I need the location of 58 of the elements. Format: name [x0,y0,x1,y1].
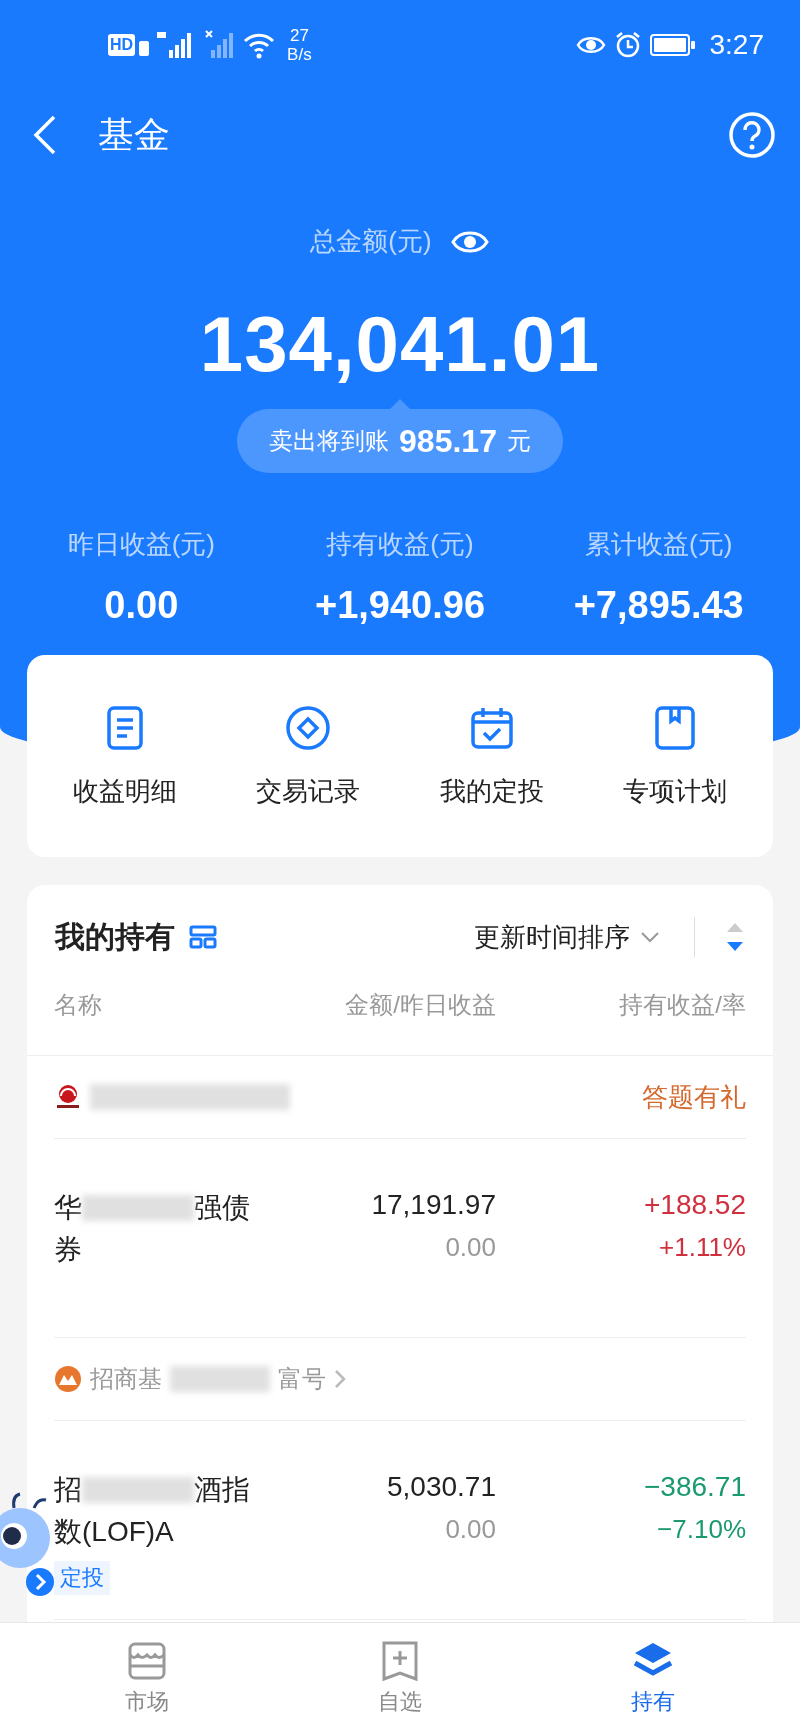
stat-value: 0.00 [104,584,179,627]
tab[interactable]: 自选 [340,1633,460,1723]
network-speed: 27 [289,26,309,45]
fund-name: 券 [54,1233,82,1267]
fund-row[interactable]: 招 酒指 数(LOF)A 定投 5,030.71 0.00 −386.71 −7.10% [54,1421,746,1620]
holding-profit: +188.52 [644,1188,746,1222]
back-icon[interactable] [32,115,58,155]
stat-value: +7,895.43 [573,584,744,627]
quick-action[interactable]: 收益明细 [39,695,210,817]
column-header: 持有收益/率 [618,990,746,1020]
wifi-icon [243,31,276,59]
cellular-no-signal-icon [205,30,236,60]
clock-time: 3:27 [709,29,764,61]
fund-row[interactable]: 华 强债 券 17,191.97 0.00 +188.52 +1.11% [54,1139,746,1338]
sim-card-icon [139,40,150,56]
network-speed-unit: B/s [287,45,312,64]
section-title: 我的持有 [55,918,175,955]
fund-company-logo [54,1083,82,1111]
fund-name: 招 [54,1473,82,1507]
pending-unit: 元 [506,426,531,456]
holding-profit: −386.71 [644,1470,746,1504]
quick-action[interactable]: 交易记录 [223,695,394,817]
holding-amount: 17,191.97 [371,1188,496,1222]
sort-dropdown[interactable]: 更新时间排序 [474,919,660,955]
fund-name: 酒指 [194,1473,250,1507]
yesterday-profit: 0.00 [445,1513,496,1546]
promo-link[interactable]: 答题有礼 [642,1079,746,1115]
sort-order-icon[interactable] [725,921,745,953]
stat-value: +1,940.96 [314,584,486,627]
chevron-down-icon [640,931,660,943]
tab[interactable]: 持有 [593,1633,714,1723]
battery-icon [649,33,696,57]
stat-label: 持有收益(元) [326,528,474,561]
grid-layout-icon[interactable] [189,925,217,949]
holding-amount: 5,030.71 [387,1470,496,1504]
tab[interactable]: 市场 [86,1633,207,1723]
column-header: 金额/昨日收益 [344,990,496,1020]
stat-label: 昨日收益(元) [67,528,215,561]
profit-rate: +1.11% [659,1231,746,1264]
auto-invest-tag: 定投 [54,1561,110,1595]
yesterday-profit: 0.00 [445,1231,496,1264]
page-title: 基金 [98,112,171,157]
column-header: 名称 [54,990,103,1020]
fund-company-logo [54,1365,82,1393]
stat-label: 累计收益(元) [585,528,733,561]
pending-label: 卖出将到账 [269,426,390,456]
total-amount: 134,041.01 [198,299,602,389]
diamond-circle-icon [284,703,333,752]
profit-rate: −7.10% [657,1513,746,1546]
fund-name: 数(LOF)A [54,1515,174,1549]
help-icon[interactable] [728,111,776,159]
total-label: 总金额(元) [310,225,432,258]
hd-badge: HD [108,34,136,56]
fund-name: 华 [54,1191,82,1225]
quick-action[interactable]: 我的定投 [406,695,577,817]
pending-amount: 985.17 [399,422,497,460]
fund-name: 强债 [194,1191,250,1225]
quick-action[interactable]: 专项计划 [590,695,761,817]
